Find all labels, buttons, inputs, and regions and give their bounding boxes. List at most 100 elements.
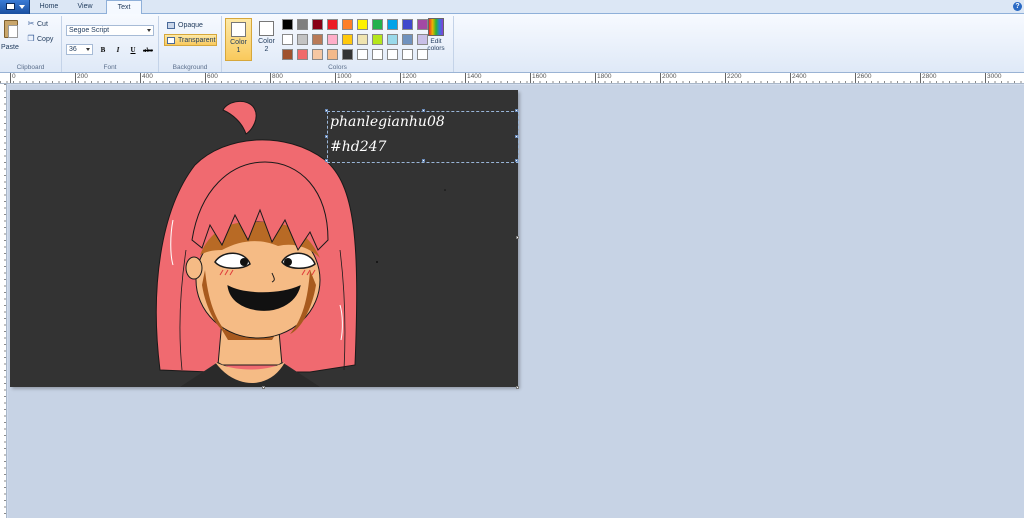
vertical-ruler — [0, 84, 7, 518]
ruler-label: 2000 — [662, 73, 677, 80]
chevron-down-icon — [147, 29, 151, 32]
ruler-label: 0 — [12, 73, 16, 80]
text-box-handle[interactable] — [325, 109, 328, 112]
ruler-label: 1400 — [467, 73, 482, 80]
palette-swatch[interactable] — [342, 49, 353, 60]
palette-swatch[interactable] — [402, 49, 413, 60]
palette-swatch[interactable] — [327, 49, 338, 60]
ribbon: Paste ✂ Cut ❐ Copy Clipboard Segoe Scrip… — [0, 14, 1024, 73]
palette-swatch[interactable] — [312, 49, 323, 60]
palette-swatch[interactable] — [342, 19, 353, 30]
ruler-label: 400 — [142, 73, 153, 80]
palette-swatch[interactable] — [312, 19, 323, 30]
palette-swatch[interactable] — [387, 49, 398, 60]
color1-button[interactable]: Color 1 — [225, 18, 252, 61]
color1-label: Color — [230, 39, 247, 46]
color1-swatch — [231, 22, 246, 37]
text-line-1[interactable]: phanlegianhu08 — [330, 114, 445, 130]
strikethrough-button[interactable]: abc — [142, 44, 154, 55]
ruler-label: 800 — [272, 73, 283, 80]
palette-swatch[interactable] — [357, 34, 368, 45]
help-icon[interactable]: ? — [1013, 2, 1022, 11]
transparent-button[interactable]: Transparent — [164, 34, 217, 46]
ruler-label: 2200 — [727, 73, 742, 80]
background-group-label: Background — [172, 64, 208, 71]
text-line-2[interactable]: #hd247 — [330, 139, 386, 155]
ruler-label: 1000 — [337, 73, 352, 80]
palette-swatch[interactable] — [297, 49, 308, 60]
cut-label: Cut — [37, 20, 48, 28]
palette-swatch[interactable] — [297, 34, 308, 45]
text-box-handle[interactable] — [325, 135, 328, 138]
text-box-handle[interactable] — [515, 109, 518, 112]
font-size-value: 36 — [69, 46, 77, 53]
underline-button[interactable]: U — [127, 44, 139, 55]
canvas-resize-handle-corner[interactable] — [516, 386, 519, 389]
paste-label: Paste — [1, 44, 19, 51]
tab-view[interactable]: View — [68, 0, 102, 14]
text-box-handle[interactable] — [515, 159, 518, 162]
color2-button[interactable]: Color 2 — [253, 18, 280, 61]
ruler-label: 1600 — [532, 73, 547, 80]
cut-button[interactable]: ✂ Cut — [27, 20, 48, 28]
transparent-icon — [167, 37, 175, 44]
text-box[interactable]: phanlegianhu08 #hd247 — [325, 109, 519, 163]
italic-button[interactable]: I — [112, 44, 124, 55]
ribbon-tab-strip: Home View Text ? — [0, 0, 1024, 15]
palette-swatch[interactable] — [372, 34, 383, 45]
palette-swatch[interactable] — [282, 19, 293, 30]
palette-swatch[interactable] — [282, 49, 293, 60]
copy-button[interactable]: ❐ Copy — [27, 35, 53, 43]
ruler-label: 1200 — [402, 73, 417, 80]
text-box-handle[interactable] — [325, 159, 328, 162]
opaque-icon — [167, 22, 175, 29]
palette-swatch[interactable] — [327, 34, 338, 45]
tab-home[interactable]: Home — [32, 0, 66, 14]
color2-swatch — [259, 21, 274, 36]
canvas-resize-handle-bottom[interactable] — [262, 386, 265, 389]
palette-swatch[interactable] — [297, 19, 308, 30]
colors-group-label: Colors — [328, 64, 347, 71]
copy-icon: ❐ — [27, 34, 35, 43]
opaque-button[interactable]: Opaque — [164, 19, 217, 31]
palette-swatch[interactable] — [402, 34, 413, 45]
palette-swatch[interactable] — [327, 19, 338, 30]
color-palette — [282, 19, 430, 62]
horizontal-ruler: 0 200 400 600 800 1000 1200 1400 1600 1800 2000 220… — [0, 73, 1024, 84]
paste-button[interactable]: Paste — [0, 16, 24, 60]
background-group: Opaque Transparent Background — [159, 16, 222, 72]
bold-button[interactable]: B — [97, 44, 109, 55]
palette-swatch[interactable] — [357, 19, 368, 30]
palette-swatch[interactable] — [282, 34, 293, 45]
font-size-dropdown[interactable]: 36 — [66, 44, 93, 55]
text-box-handle[interactable] — [515, 135, 518, 138]
scissors-icon: ✂ — [27, 19, 35, 28]
font-family-dropdown[interactable]: Segoe Script — [66, 25, 154, 36]
text-box-handle[interactable] — [422, 159, 425, 162]
ruler-label: 2400 — [792, 73, 807, 80]
palette-swatch[interactable] — [372, 19, 383, 30]
paste-icon — [4, 20, 18, 38]
ruler-label: 600 — [207, 73, 218, 80]
palette-swatch[interactable] — [342, 34, 353, 45]
font-family-value: Segoe Script — [69, 27, 110, 34]
edit-colors-button[interactable]: Edit colors — [424, 18, 448, 52]
opaque-label: Opaque — [178, 22, 203, 29]
palette-swatch[interactable] — [357, 49, 368, 60]
clipboard-group: Paste ✂ Cut ❐ Copy Clipboard — [0, 16, 62, 72]
palette-swatch[interactable] — [312, 34, 323, 45]
font-group-label: Font — [103, 64, 117, 71]
paint-menu-button[interactable] — [0, 0, 30, 14]
ruler-label: 1800 — [597, 73, 612, 80]
palette-swatch[interactable] — [372, 49, 383, 60]
ruler-label: 2800 — [922, 73, 937, 80]
color2-number: 2 — [264, 46, 269, 53]
copy-label: Copy — [37, 35, 54, 43]
text-box-handle[interactable] — [422, 109, 425, 112]
palette-swatch[interactable] — [387, 34, 398, 45]
palette-swatch[interactable] — [402, 19, 413, 30]
palette-swatch[interactable] — [387, 19, 398, 30]
canvas-resize-handle-right[interactable] — [516, 236, 519, 239]
tab-text[interactable]: Text — [106, 0, 142, 15]
ruler-label: 3000 — [987, 73, 1002, 80]
